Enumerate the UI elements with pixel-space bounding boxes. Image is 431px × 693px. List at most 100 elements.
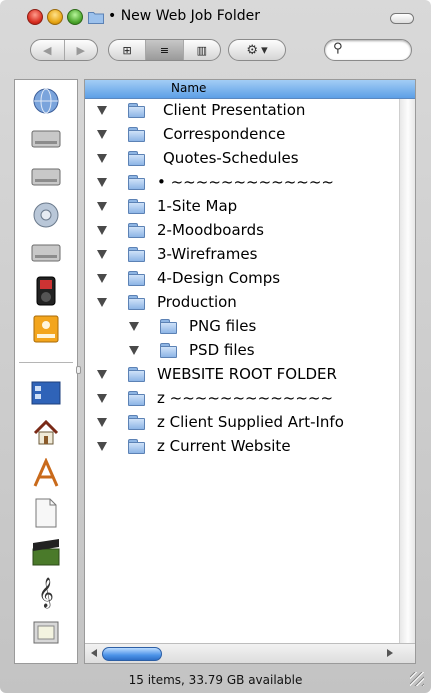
sidebar-item-music[interactable]: 𝄞 [29,576,63,610]
close-button[interactable] [27,9,43,25]
sidebar-item-network-drive[interactable] [29,198,63,232]
file-name: PNG files [189,317,257,335]
disclosure-triangle-icon[interactable] [97,250,107,259]
disclosure-triangle-icon[interactable] [97,178,107,187]
disclosure-triangle-icon[interactable] [97,298,107,307]
search-field[interactable]: ⚲ [324,39,412,61]
list-item[interactable]: 2-Moodboards [85,220,398,244]
disclosure-triangle-icon[interactable] [129,346,139,355]
list-item[interactable]: PNG files [85,316,398,340]
minimize-button[interactable] [47,9,63,25]
file-name: z Client Supplied Art-Info [157,413,344,431]
back-button[interactable]: ◀ [31,40,65,60]
sidebar-item-ipod[interactable] [29,274,63,308]
list-item[interactable]: Quotes-Schedules [85,148,398,172]
finder-window: • New Web Job Folder ◀ ▶ ⊞ ≡ ▥ ⚙ ▾ ⚲ 𝄞 N… [0,0,431,693]
search-icon: ⚲ [333,41,343,56]
folder-icon [128,271,146,286]
scroll-left-icon[interactable] [91,649,97,657]
disclosure-triangle-icon[interactable] [97,154,107,163]
list-item[interactable]: PSD files [85,340,398,364]
file-name: Client Presentation [163,101,306,119]
list-item[interactable]: z Current Website [85,436,398,460]
column-header-name[interactable]: Name [85,80,415,99]
sidebar-item-movies[interactable] [29,536,63,570]
disclosure-triangle-icon[interactable] [97,442,107,451]
sidebar-item-hard-drive[interactable] [29,236,63,270]
list-item[interactable]: Client Presentation [85,100,398,124]
disclosure-triangle-icon[interactable] [97,394,107,403]
scroll-right-icon[interactable] [387,649,393,657]
list-item[interactable]: 1-Site Map [85,196,398,220]
sidebar-item-documents[interactable] [29,496,63,530]
folder-icon [128,223,146,238]
disclosure-triangle-icon[interactable] [97,106,107,115]
status-bar: 15 items, 33.79 GB available [0,667,431,693]
action-menu-button[interactable]: ⚙ ▾ [228,39,286,61]
folder-icon [160,319,178,334]
file-name: Production [157,293,237,311]
list-item[interactable]: 4-Design Comps [85,268,398,292]
scroll-thumb[interactable] [102,647,162,661]
disclosure-triangle-icon[interactable] [97,274,107,283]
vertical-scrollbar[interactable] [399,99,415,643]
column-header-label: Name [171,81,207,95]
disclosure-triangle-icon[interactable] [97,418,107,427]
sidebar-item-network-globe[interactable] [29,84,63,118]
title-bar[interactable]: • New Web Job Folder [0,0,431,34]
file-name: Correspondence [163,125,286,143]
list-view-button[interactable]: ≡ [146,40,184,60]
disclosure-triangle-icon[interactable] [129,322,139,331]
disclosure-triangle-icon[interactable] [97,130,107,139]
sidebar-item-desktop[interactable] [29,376,63,410]
sidebar-item-applications[interactable] [29,456,63,490]
file-list: Name Client Presentation Correspondence Qu… [84,79,416,664]
column-view-button[interactable]: ▥ [184,40,220,60]
column-view-icon: ▥ [196,43,208,57]
list-item[interactable]: • ~~~~~~~~~~~~~ [85,172,398,196]
toolbar-toggle-button[interactable] [390,13,414,24]
list-item[interactable]: z ~~~~~~~~~~~~~ [85,388,398,412]
list-item[interactable]: z Client Supplied Art-Info [85,412,398,436]
forward-button[interactable]: ▶ [65,40,98,60]
disclosure-triangle-icon[interactable] [97,226,107,235]
folder-icon [128,199,146,214]
hard-drive-icon [31,244,61,262]
hard-drive-icon [31,130,61,148]
folder-icon [128,151,146,166]
sidebar-item-external-drive[interactable] [29,312,63,346]
file-name: WEBSITE ROOT FOLDER [157,365,337,383]
gear-icon: ⚙ [246,42,259,58]
pictures-icon [33,621,59,644]
folder-icon [128,127,146,142]
sidebar-item-home[interactable] [29,416,63,450]
movies-icon [32,539,60,566]
sidebar-item-hard-drive[interactable] [29,122,63,156]
folder-icon [128,175,146,190]
list-item[interactable]: 3-Wireframes [85,244,398,268]
list-item[interactable]: Production [85,292,398,316]
list-item[interactable]: Correspondence [85,124,398,148]
window-resize-grip[interactable] [410,672,424,686]
file-name: z Current Website [157,437,291,455]
back-arrow-icon: ◀ [43,43,52,57]
horizontal-scrollbar[interactable] [85,643,415,663]
back-forward-control: ◀ ▶ [30,39,98,61]
disclosure-triangle-icon[interactable] [97,202,107,211]
file-name: Quotes-Schedules [163,149,299,167]
folder-icon [128,367,146,382]
list-item[interactable]: WEBSITE ROOT FOLDER [85,364,398,388]
sidebar-item-pictures[interactable] [29,616,63,650]
chevron-down-icon: ▾ [261,42,268,58]
sidebar-resize-handle[interactable] [76,366,81,374]
disclosure-triangle-icon[interactable] [97,370,107,379]
zoom-button[interactable] [67,9,83,25]
toolbar: ◀ ▶ ⊞ ≡ ▥ ⚙ ▾ ⚲ [0,34,431,72]
folder-icon [88,12,104,24]
list-view-icon: ≡ [159,43,170,57]
status-text: 15 items, 33.79 GB available [128,673,303,687]
sidebar-item-hard-drive[interactable] [29,160,63,194]
home-icon [33,419,59,445]
ipod-icon [36,276,56,306]
icon-view-button[interactable]: ⊞ [109,40,147,60]
